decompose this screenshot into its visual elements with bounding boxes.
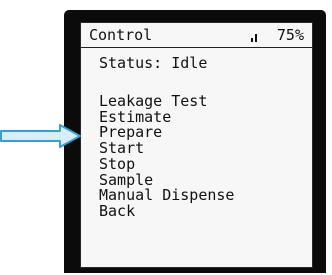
menu-item-back[interactable]: Back — [99, 203, 234, 220]
screen-title: Control — [89, 26, 153, 44]
status-text: Status: Idle — [99, 54, 208, 72]
arrow-right-shape — [0, 124, 81, 148]
title-bar: Control 75% — [81, 23, 312, 48]
arrow-right-icon — [0, 124, 81, 148]
battery-level: 75% — [276, 26, 304, 44]
signal-strength-icon — [250, 31, 260, 42]
control-menu: Leakage Test Estimate Prepare Start Stop… — [99, 93, 234, 220]
lcd-screen: Control 75% Status: Idle Leakage Test Es… — [80, 22, 313, 268]
